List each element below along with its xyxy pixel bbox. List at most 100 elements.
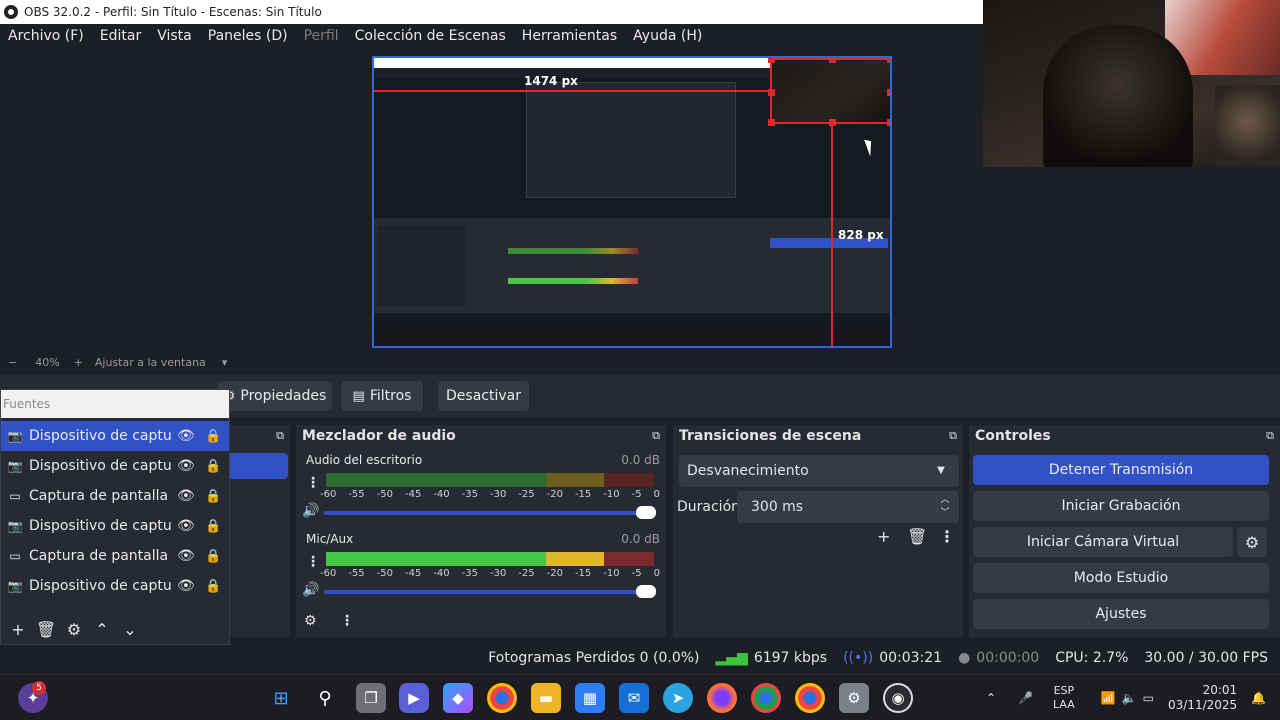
- file-explorer-icon[interactable]: ▬: [531, 683, 561, 713]
- clock[interactable]: 20:01 03/11/2025: [1168, 683, 1237, 713]
- source-item[interactable]: 📷 Dispositivo de captura de video 👁 🔒: [1, 421, 229, 451]
- language-indicator[interactable]: ESP LAA: [1053, 684, 1075, 712]
- volume-icon[interactable]: 🔈: [1122, 691, 1137, 705]
- obs-taskbar-icon[interactable]: ◉: [883, 683, 913, 713]
- properties-button[interactable]: ⚙ Propiedades: [218, 381, 332, 411]
- chevron-down-icon[interactable]: ▼: [929, 459, 953, 483]
- resize-handle-t[interactable]: [829, 58, 836, 63]
- speaker-icon[interactable]: 🔊: [302, 503, 319, 519]
- resize-handle-r[interactable]: [887, 89, 890, 96]
- menu-coleccion-escenas[interactable]: Colección de Escenas: [347, 28, 514, 44]
- transition-select[interactable]: Desvanecimiento ▼: [679, 455, 959, 487]
- lock-icon[interactable]: 🔒: [205, 549, 221, 564]
- resize-handle-l[interactable]: [768, 89, 775, 96]
- duration-input[interactable]: 300 ms ︿ ﹀: [737, 491, 959, 523]
- volume-slider[interactable]: [324, 506, 656, 519]
- duration-spinner[interactable]: ︿ ﹀: [937, 494, 953, 520]
- source-item[interactable]: 📷 Dispositivo de captura de video 👁 🔒: [1, 571, 229, 601]
- microsoft-store-icon[interactable]: ▦: [575, 683, 605, 713]
- resize-handle-tl[interactable]: [768, 58, 775, 63]
- source-item[interactable]: 📷 Dispositivo de captura de video 👁 🔒: [1, 511, 229, 541]
- speaker-icon[interactable]: 🔊: [302, 582, 319, 598]
- trash-icon[interactable]: 🗑: [35, 620, 57, 639]
- firefox-icon[interactable]: [707, 683, 737, 713]
- trash-icon[interactable]: 🗑: [907, 527, 927, 546]
- start-recording-button[interactable]: Iniciar Grabación: [973, 491, 1269, 521]
- copilot-icon[interactable]: ◆: [443, 683, 473, 713]
- lock-icon[interactable]: 🔒: [205, 519, 221, 534]
- zoom-dropdown-icon[interactable]: ▾: [222, 356, 228, 369]
- lock-icon[interactable]: 🔒: [205, 429, 221, 444]
- notification-bell-icon[interactable]: 🔔: [1251, 691, 1266, 705]
- resize-handle-br[interactable]: [887, 119, 890, 126]
- lock-icon[interactable]: 🔒: [205, 579, 221, 594]
- advanced-audio-gear-icon[interactable]: ⚙: [304, 613, 317, 629]
- chevron-down-icon[interactable]: ⌄: [119, 620, 141, 639]
- sources-dock-header[interactable]: Fuentes: [1, 390, 229, 418]
- menu-editar[interactable]: Editar: [92, 28, 149, 44]
- undock-icon[interactable]: ⧉: [276, 429, 284, 443]
- visibility-eye-icon[interactable]: 👁: [177, 578, 195, 594]
- scene-item-selected[interactable]: [230, 453, 288, 479]
- start-virtual-camera-button[interactable]: Iniciar Cámara Virtual: [973, 527, 1233, 557]
- volume-slider[interactable]: [324, 585, 656, 598]
- visibility-eye-icon[interactable]: 👁: [177, 548, 195, 564]
- undock-icon[interactable]: ⧉: [1266, 429, 1274, 443]
- studio-mode-button[interactable]: Modo Estudio: [973, 563, 1269, 593]
- menu-herramientas[interactable]: Herramientas: [514, 28, 625, 44]
- kebab-menu-icon[interactable]: ⋮: [340, 613, 354, 629]
- filters-button[interactable]: ▤ Filtros: [341, 381, 423, 411]
- telegram-icon[interactable]: ➤: [663, 683, 693, 713]
- volume-slider-knob[interactable]: [636, 506, 656, 519]
- chrome-profile-icon[interactable]: [751, 683, 781, 713]
- deactivate-button[interactable]: Desactivar: [438, 381, 529, 411]
- menu-ayuda[interactable]: Ayuda (H): [625, 28, 710, 44]
- settings-button[interactable]: Ajustes: [973, 599, 1269, 629]
- meet-app-icon[interactable]: ▶: [399, 683, 429, 713]
- resize-handle-tr[interactable]: [887, 58, 890, 63]
- menu-perfil[interactable]: Perfil: [296, 28, 347, 44]
- volume-slider-knob[interactable]: [636, 585, 656, 598]
- wifi-icon[interactable]: 📶: [1101, 691, 1116, 705]
- menu-paneles[interactable]: Paneles (D): [200, 28, 296, 44]
- gear-icon[interactable]: ⚙: [63, 620, 85, 639]
- chrome-icon[interactable]: [487, 683, 517, 713]
- menu-archivo[interactable]: Archivo (F): [0, 28, 92, 44]
- windows-start-icon[interactable]: ⊞: [266, 683, 296, 713]
- menu-vista[interactable]: Vista: [149, 28, 200, 44]
- add-source-icon[interactable]: +: [7, 620, 29, 639]
- source-item[interactable]: 📷 Dispositivo de captura de video 👁 🔒: [1, 451, 229, 481]
- source-item[interactable]: ▭ Captura de pantalla 👁 🔒: [1, 541, 229, 571]
- chevron-up-icon[interactable]: ⌃: [986, 691, 996, 705]
- selected-source-box[interactable]: [768, 58, 890, 126]
- battery-icon[interactable]: ▭: [1143, 691, 1154, 705]
- virtual-camera-settings-button[interactable]: ⚙: [1237, 527, 1267, 557]
- undock-icon[interactable]: ⧉: [949, 429, 957, 443]
- outlook-icon[interactable]: ✉: [619, 683, 649, 713]
- resize-handle-b[interactable]: [829, 119, 836, 126]
- kebab-menu-icon[interactable]: ⋮: [306, 554, 320, 570]
- chevron-up-icon[interactable]: ⌃: [91, 620, 113, 639]
- zoom-in-button[interactable]: +: [74, 356, 83, 369]
- source-item[interactable]: ▭ Captura de pantalla 2 👁 🔒: [1, 481, 229, 511]
- chrome-profile-2-icon[interactable]: [795, 683, 825, 713]
- settings-app-icon[interactable]: ⚙: [839, 683, 869, 713]
- lock-icon[interactable]: 🔒: [205, 459, 221, 474]
- resize-handle-bl[interactable]: [768, 119, 775, 126]
- visibility-eye-icon[interactable]: 👁: [177, 488, 195, 504]
- visibility-eye-icon[interactable]: 👁: [177, 458, 195, 474]
- preview-area[interactable]: 1474 px 828 px: [0, 48, 1280, 352]
- add-transition-icon[interactable]: +: [877, 527, 890, 546]
- stop-streaming-button[interactable]: Detener Transmisión: [973, 455, 1269, 485]
- kebab-menu-icon[interactable]: ⋮: [306, 475, 320, 491]
- search-icon[interactable]: ⚲: [310, 683, 340, 713]
- undock-icon[interactable]: ⧉: [652, 429, 660, 443]
- lock-icon[interactable]: 🔒: [205, 489, 221, 504]
- preview-canvas[interactable]: 1474 px 828 px: [372, 56, 892, 348]
- kebab-menu-icon[interactable]: ⋮: [939, 527, 955, 546]
- visibility-eye-icon[interactable]: 👁: [177, 518, 195, 534]
- zoom-out-button[interactable]: −: [8, 356, 17, 369]
- visibility-eye-icon[interactable]: 👁: [177, 428, 195, 444]
- task-view-icon[interactable]: ❐: [356, 683, 386, 713]
- microphone-icon[interactable]: 🎤: [1018, 691, 1033, 705]
